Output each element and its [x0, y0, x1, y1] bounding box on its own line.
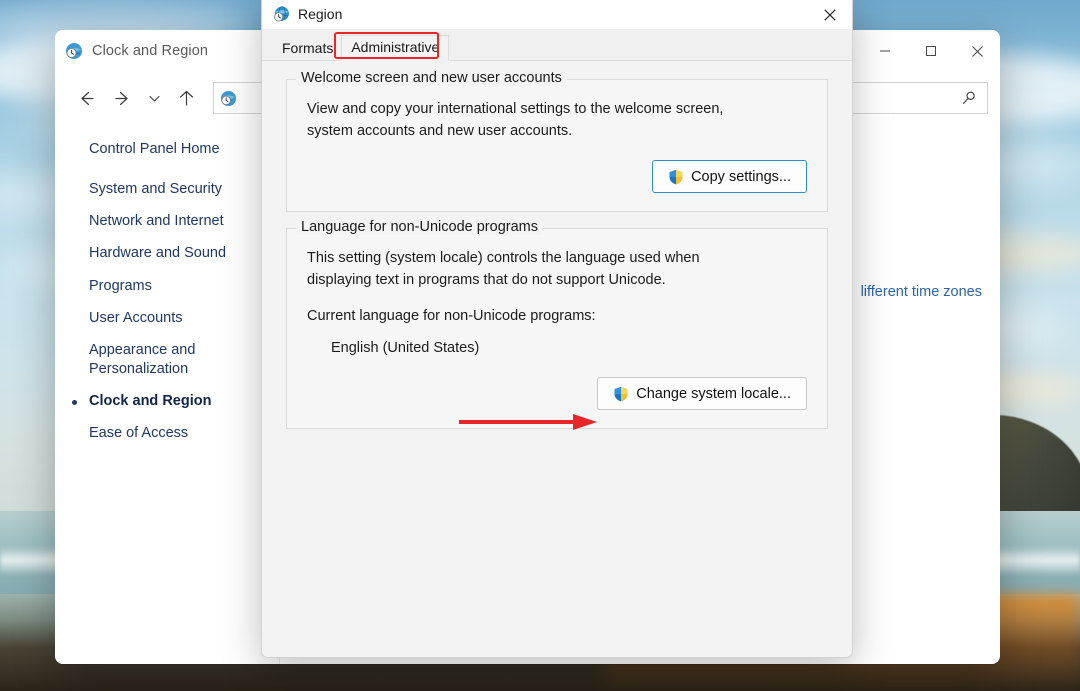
- region-dialog-titlebar[interactable]: Region: [262, 0, 852, 30]
- sidebar-item-programs[interactable]: Programs: [89, 277, 152, 296]
- control-panel-sidebar: Control Panel Home System and Security N…: [55, 124, 280, 664]
- recent-locations-button[interactable]: [141, 81, 167, 115]
- sidebar-item-hardware-and-sound[interactable]: Hardware and Sound: [89, 244, 226, 263]
- control-panel-title: Clock and Region: [92, 43, 208, 59]
- sidebar-item-control-panel-home[interactable]: Control Panel Home: [89, 140, 220, 159]
- sidebar-item-appearance-and-personalization[interactable]: Appearance and Personalization: [89, 341, 254, 379]
- back-button[interactable]: [69, 81, 103, 115]
- forward-button[interactable]: [105, 81, 139, 115]
- add-clocks-time-zones-link[interactable]: lifferent time zones: [861, 284, 982, 300]
- copy-settings-button[interactable]: Copy settings...: [652, 160, 807, 193]
- region-dialog-close-button[interactable]: [808, 0, 852, 30]
- sidebar-item-user-accounts[interactable]: User Accounts: [89, 309, 183, 328]
- minimize-button[interactable]: [862, 30, 908, 72]
- change-system-locale-label: Change system locale...: [636, 386, 791, 402]
- non-unicode-language-groupbox: Language for non-Unicode programs This s…: [286, 228, 828, 429]
- sidebar-item-network-and-internet[interactable]: Network and Internet: [89, 212, 224, 231]
- clock-globe-icon: [220, 90, 237, 107]
- window-controls: [862, 30, 1000, 72]
- uac-shield-icon: [613, 386, 629, 402]
- welcome-screen-legend: Welcome screen and new user accounts: [296, 70, 567, 86]
- tab-administrative[interactable]: Administrative: [341, 35, 449, 61]
- change-system-locale-button[interactable]: Change system locale...: [597, 377, 807, 410]
- close-icon: [823, 8, 837, 22]
- tab-formats[interactable]: Formats: [274, 37, 341, 60]
- welcome-screen-button-row: Copy settings...: [307, 160, 807, 193]
- sidebar-item-ease-of-access[interactable]: Ease of Access: [89, 424, 188, 443]
- minimize-icon: [879, 45, 891, 57]
- up-arrow-icon: [177, 89, 196, 108]
- maximize-icon: [925, 45, 937, 57]
- maximize-button[interactable]: [908, 30, 954, 72]
- current-language-value: English (United States): [331, 337, 771, 359]
- search-icon: [961, 90, 977, 106]
- non-unicode-description: This setting (system locale) controls th…: [307, 247, 747, 291]
- current-language-label: Current language for non-Unicode program…: [307, 305, 747, 327]
- red-arrow-annotation: [459, 412, 599, 432]
- region-dialog[interactable]: Region Formats Administrative Welcome sc…: [261, 0, 853, 658]
- region-dialog-title: Region: [298, 6, 342, 22]
- clock-globe-icon: [65, 42, 83, 60]
- uac-shield-icon: [668, 169, 684, 185]
- change-locale-button-row: Change system locale...: [307, 377, 807, 410]
- welcome-screen-groupbox: Welcome screen and new user accounts Vie…: [286, 79, 828, 212]
- close-icon: [971, 45, 984, 58]
- non-unicode-language-legend: Language for non-Unicode programs: [296, 219, 543, 235]
- close-button[interactable]: [954, 30, 1000, 72]
- chevron-down-icon: [148, 92, 161, 105]
- region-dialog-content: Welcome screen and new user accounts Vie…: [262, 61, 852, 429]
- forward-arrow-icon: [113, 89, 132, 108]
- back-arrow-icon: [77, 89, 96, 108]
- sidebar-item-clock-and-region[interactable]: Clock and Region: [89, 392, 211, 411]
- region-dialog-tabstrip[interactable]: Formats Administrative: [262, 30, 852, 61]
- sidebar-item-system-and-security[interactable]: System and Security: [89, 180, 222, 199]
- up-button[interactable]: [169, 81, 203, 115]
- welcome-screen-description: View and copy your international setting…: [307, 98, 747, 142]
- copy-settings-label: Copy settings...: [691, 169, 791, 185]
- region-globe-clock-icon: [273, 6, 290, 23]
